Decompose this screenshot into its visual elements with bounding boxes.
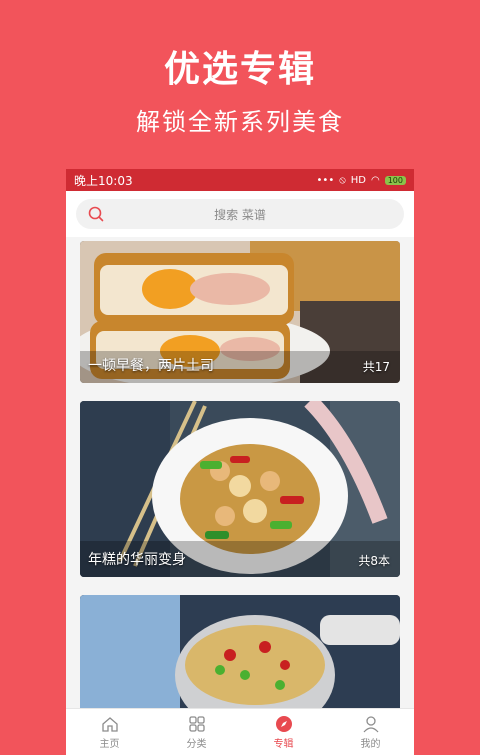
phone-screen: 晚上10:03 ••• ⦸ HD ◠ 100 搜索 菜谱 一顿早餐，两片土司 共…	[66, 169, 414, 755]
search-input[interactable]: 搜索 菜谱	[76, 199, 404, 229]
status-time: 晚上10:03	[74, 173, 133, 188]
promo-subtitle: 解锁全新系列美食	[136, 108, 344, 136]
album-card[interactable]: 年糕的华丽变身 共8本	[80, 401, 400, 577]
mute-icon: ⦸	[339, 174, 346, 186]
wifi-icon: ◠	[370, 174, 380, 186]
tab-mine[interactable]: 我的	[327, 709, 414, 755]
battery-icon: 100	[384, 175, 406, 185]
tab-home[interactable]: 主页	[66, 709, 153, 755]
tab-album-label: 专辑	[273, 738, 294, 750]
bottom-tab-bar: 主页 分类 专辑 我的	[66, 708, 414, 755]
search-placeholder: 搜索 菜谱	[214, 208, 266, 222]
promo-title: 优选专辑	[163, 49, 316, 90]
album-title: 一顿早餐，两片土司	[88, 358, 214, 374]
signal-icon: HD	[350, 174, 366, 186]
tab-category-label: 分类	[186, 738, 207, 750]
album-card[interactable]: 一顿早餐，两片土司 共17	[80, 241, 400, 383]
tab-category[interactable]: 分类	[153, 709, 240, 755]
album-count: 共17	[362, 360, 390, 374]
album-count: 共8本	[358, 554, 390, 568]
status-icons: ••• ⦸ HD ◠ 100	[317, 175, 406, 186]
more-dots-icon: •••	[316, 174, 335, 186]
search-area: 搜索 菜谱	[66, 191, 414, 237]
status-bar: 晚上10:03 ••• ⦸ HD ◠ 100	[66, 169, 414, 191]
home-icon	[101, 716, 118, 732]
album-list: 一顿早餐，两片土司 共17 年糕的华丽变身 共8本	[80, 241, 400, 733]
grid-icon	[188, 715, 205, 732]
album-image	[80, 595, 400, 715]
tab-home-label: 主页	[99, 738, 120, 750]
compass-icon	[275, 715, 292, 732]
tab-album[interactable]: 专辑	[240, 709, 327, 755]
album-card[interactable]	[80, 595, 400, 715]
person-icon	[363, 715, 378, 732]
tab-mine-label: 我的	[360, 738, 381, 750]
album-title: 年糕的华丽变身	[88, 552, 186, 568]
